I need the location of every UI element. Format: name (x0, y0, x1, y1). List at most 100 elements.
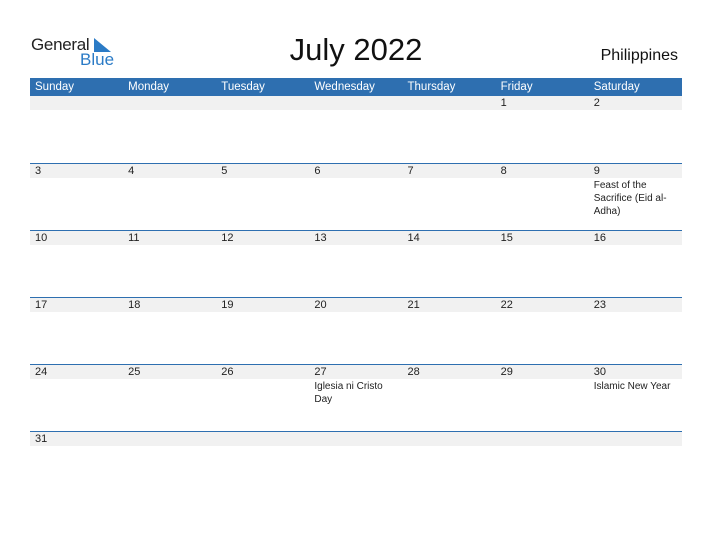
weekday-thursday: Thursday (407, 81, 456, 93)
day-number: 25 (123, 365, 217, 379)
day-cell[interactable]: 22 (495, 298, 589, 364)
day-number: 21 (402, 298, 496, 312)
day-cell[interactable] (588, 432, 682, 498)
day-number: 16 (588, 231, 682, 245)
day-cell[interactable]: 3 (30, 164, 124, 230)
day-number (309, 432, 403, 446)
day-cell[interactable]: 26 (216, 365, 310, 431)
day-number: 11 (123, 231, 217, 245)
day-number: 27 (309, 365, 403, 379)
day-number: 2 (588, 96, 682, 110)
day-cell[interactable] (123, 432, 217, 498)
day-number: 30 (588, 365, 682, 379)
day-cell[interactable]: 31 (30, 432, 124, 498)
day-number: 5 (216, 164, 310, 178)
day-cell[interactable]: 8 (495, 164, 589, 230)
calendar-grid: Sunday Monday Tuesday Wednesday Thursday… (30, 78, 682, 498)
day-cell[interactable] (309, 96, 403, 163)
day-number (123, 96, 217, 110)
day-cell[interactable]: 15 (495, 231, 589, 297)
day-cell[interactable]: 18 (123, 298, 217, 364)
day-number: 31 (30, 432, 124, 446)
weekday-wednesday: Wednesday (314, 81, 375, 93)
day-cell[interactable]: 21 (402, 298, 496, 364)
day-cell[interactable]: 20 (309, 298, 403, 364)
day-number: 20 (309, 298, 403, 312)
day-cell[interactable] (216, 432, 310, 498)
day-number: 9 (588, 164, 682, 178)
day-number: 13 (309, 231, 403, 245)
weekday-friday: Friday (500, 81, 533, 93)
day-cell[interactable]: 16 (588, 231, 682, 297)
weekday-header-row: Sunday Monday Tuesday Wednesday Thursday… (30, 78, 682, 96)
day-cell[interactable] (216, 96, 310, 163)
day-number: 4 (123, 164, 217, 178)
day-cell[interactable] (123, 96, 217, 163)
weekday-monday: Monday (128, 81, 170, 93)
day-number: 14 (402, 231, 496, 245)
day-cell[interactable]: 1 (495, 96, 589, 163)
day-cell[interactable]: 23 (588, 298, 682, 364)
day-number: 8 (495, 164, 589, 178)
day-cell[interactable]: 25 (123, 365, 217, 431)
week-row: 3 4 5 6 7 8 9 Feast of the Sacrifice (Eid al-Ad… (30, 163, 682, 230)
day-number: 22 (495, 298, 589, 312)
holiday-label: Feast of the Sacrifice (Eid al-Adha) (593, 180, 667, 217)
day-cell[interactable]: 27 Iglesia ni Cristo Day (309, 365, 403, 431)
day-cell[interactable]: 29 (495, 365, 589, 431)
week-row: 12 (30, 96, 682, 163)
day-number: 29 (495, 365, 589, 379)
day-number (402, 96, 496, 110)
day-cell[interactable]: 11 (123, 231, 217, 297)
day-cell[interactable]: 6 (309, 164, 403, 230)
day-cell[interactable]: 13 (309, 231, 403, 297)
weekday-tuesday: Tuesday (221, 81, 265, 93)
day-cell[interactable]: 24 (30, 365, 124, 431)
day-cell[interactable] (402, 432, 496, 498)
day-cell[interactable]: 7 (402, 164, 496, 230)
day-number (402, 432, 496, 446)
weekday-saturday: Saturday (593, 81, 640, 93)
week-row: 10 11 12 13 14 15 16 (30, 230, 682, 297)
day-number (309, 96, 403, 110)
day-number: 10 (30, 231, 124, 245)
day-number: 23 (588, 298, 682, 312)
day-number (216, 432, 310, 446)
day-cell[interactable] (402, 96, 496, 163)
day-cell[interactable]: 28 (402, 365, 496, 431)
day-cell[interactable]: 2 (588, 96, 682, 163)
weekday-sunday: Sunday (35, 81, 75, 93)
week-row: 31 (30, 431, 682, 498)
day-cell[interactable]: 17 (30, 298, 124, 364)
day-cell[interactable]: 12 (216, 231, 310, 297)
holiday-label: Iglesia ni Cristo Day (314, 381, 383, 405)
day-cell[interactable] (30, 96, 124, 163)
day-number: 15 (495, 231, 589, 245)
week-row: 24 25 26 27 Iglesia ni Cristo Day 28 29 30 Islam… (30, 364, 682, 431)
day-cell[interactable]: 4 (123, 164, 217, 230)
day-cell[interactable]: 10 (30, 231, 124, 297)
holiday-label: Islamic New Year (593, 381, 671, 392)
day-cell[interactable]: 9 Feast of the Sacrifice (Eid al-Adha) (588, 164, 682, 230)
day-number (588, 432, 682, 446)
day-cell[interactable] (309, 432, 403, 498)
day-number (216, 96, 310, 110)
day-cell[interactable]: 19 (216, 298, 310, 364)
day-number: 6 (309, 164, 403, 178)
day-number (123, 432, 217, 446)
day-cell[interactable]: 5 (216, 164, 310, 230)
country-label: Philippines (600, 47, 678, 64)
day-number (30, 96, 124, 110)
day-number (495, 432, 589, 446)
day-cell[interactable]: 30 Islamic New Year (588, 365, 682, 431)
day-number: 17 (30, 298, 124, 312)
day-number: 3 (30, 164, 124, 178)
day-number: 19 (216, 298, 310, 312)
weeks-container: 1 2 3 4 5 6 7 8 9 Feast of the Sacrifice (Eid al-… (30, 96, 682, 498)
day-number: 26 (216, 365, 310, 379)
day-number: 18 (123, 298, 217, 312)
day-cell[interactable] (495, 432, 589, 498)
week-row: 17 18 19 20 21 22 23 (30, 297, 682, 364)
day-cell[interactable]: 14 (402, 231, 496, 297)
day-number: 7 (402, 164, 496, 178)
